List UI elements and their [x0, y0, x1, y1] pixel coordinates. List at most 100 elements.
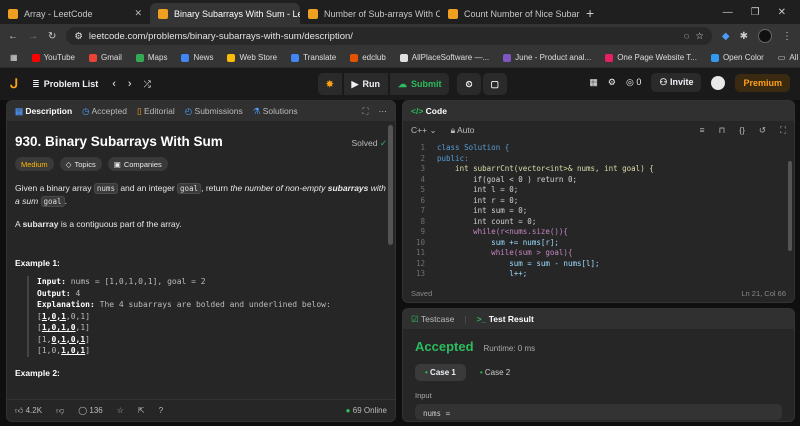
favorite-star-icon[interactable]: ☆	[117, 406, 124, 415]
settings-gear-icon[interactable]: ⚙	[608, 77, 616, 88]
more-icon[interactable]: ⋯	[379, 106, 388, 117]
fire-icon: ◎	[625, 77, 634, 87]
case-2-tab[interactable]: • Case 2	[474, 364, 516, 381]
window-controls: — ❐ ✕	[723, 0, 800, 24]
bookmark-youtube[interactable]: YouTube	[31, 53, 75, 62]
submit-button[interactable]: ☁ Submit	[389, 73, 450, 95]
reset-icon[interactable]: ↺	[759, 125, 766, 136]
bookmark-icon[interactable]: ⊓	[719, 125, 726, 136]
topics-button[interactable]: ◇ Topics	[59, 157, 102, 171]
debug-icon[interactable]: ✸	[318, 73, 342, 95]
clock-icon: ◷	[82, 105, 90, 116]
browser-toolbar: ← → ↻ ⚙ leetcode.com/problems/binary-sub…	[0, 24, 800, 48]
leetcode-logo-icon[interactable]: ᒍ	[10, 76, 18, 92]
book-icon: ▯	[136, 105, 142, 116]
bookmark-edclub[interactable]: edclub	[350, 53, 386, 62]
bookmark-translate[interactable]: Translate	[291, 53, 336, 62]
layout-icon[interactable]: ▦	[589, 77, 598, 88]
site-info-icon[interactable]: ⚙	[74, 31, 83, 42]
history-icon: ◴	[184, 105, 193, 116]
tab-accepted[interactable]: ◷ Accepted	[82, 106, 127, 117]
reload-icon[interactable]: ↻	[48, 31, 56, 42]
bookmark-news[interactable]: News	[181, 53, 213, 62]
bookmarks-bar: ▦ YouTube Gmail Maps News Web Store Tran…	[0, 48, 800, 68]
code-line: 5 int l = 0;	[420, 185, 519, 194]
help-icon[interactable]: ?	[159, 406, 163, 415]
bookmark-open-color[interactable]: Open Color	[710, 53, 764, 62]
timer-icon[interactable]: ⏲	[457, 73, 481, 95]
prev-problem-icon[interactable]: ‹	[112, 78, 116, 90]
companies-button[interactable]: ▣ Companies	[107, 157, 168, 171]
notes-icon[interactable]: ▢	[482, 73, 508, 95]
browser-tab-number-subarrays[interactable]: Number of Sub-arrays With Od ✕	[300, 3, 440, 24]
tab-description[interactable]: ▤ Description	[15, 106, 72, 117]
scrollbar-thumb[interactable]	[388, 125, 393, 245]
tab-test-result[interactable]: >_ Test Result	[477, 314, 534, 324]
window-close-icon[interactable]: ✕	[778, 7, 786, 18]
invite-button[interactable]: ⚇ Invite	[651, 73, 702, 92]
youtube-icon	[31, 53, 40, 62]
bookmark-star-icon[interactable]: ☆	[695, 31, 704, 42]
tab-code[interactable]: </> Code	[411, 106, 447, 116]
language-select[interactable]: C++ ⌄	[411, 125, 437, 136]
browser-tab-binary-subarrays[interactable]: Binary Subarrays With Sum - Le ✕	[150, 3, 300, 24]
extensions-puzzle-icon[interactable]: ✱	[740, 31, 748, 42]
tab-testcase[interactable]: ☑ Testcase	[411, 314, 454, 325]
restore-icon[interactable]: ❐	[751, 7, 760, 18]
editor-status: Saved Ln 21, Col 66	[411, 288, 786, 298]
editor-scrollbar[interactable]	[788, 161, 792, 251]
bookmark-june[interactable]: June - Product anal...	[503, 53, 591, 62]
play-icon: ▶	[351, 78, 359, 89]
problem-list-button[interactable]: ≣ Problem List	[32, 79, 98, 90]
maximize-icon[interactable]: ⛶	[363, 106, 369, 117]
extension-icon[interactable]: ◆	[722, 31, 730, 42]
tab-editorial[interactable]: ▯ Editorial	[137, 106, 175, 117]
new-tab-icon[interactable]: +	[580, 3, 600, 24]
leetcode-favicon-icon	[308, 8, 318, 19]
next-problem-icon[interactable]: ›	[128, 78, 132, 90]
comments-button[interactable]: ◯ 136	[78, 406, 103, 415]
user-avatar[interactable]	[711, 75, 726, 90]
run-button[interactable]: ▶ Run	[343, 73, 388, 95]
tab-label: Array - LeetCode	[24, 8, 93, 19]
expand-icon[interactable]: ⛶	[780, 125, 786, 136]
june-icon	[503, 53, 512, 62]
example-1-block: Input: nums = [1,0,1,0,1], goal = 2 Outp…	[27, 276, 387, 357]
close-icon[interactable]: ✕	[134, 8, 142, 19]
upload-icon: ☁	[397, 78, 407, 89]
case-1-tab[interactable]: • Case 1	[415, 364, 466, 381]
input-value: nums =	[415, 404, 782, 420]
dislike-icon[interactable]: 👎︎	[56, 406, 64, 416]
code-editor[interactable]: 1 class Solution { 2 public: 3 int subarrC…	[403, 139, 794, 280]
address-bar[interactable]: ⚙ leetcode.com/problems/binary-subarrays…	[66, 27, 712, 45]
browser-tab-strip: Array - LeetCode ✕ Binary Subarrays With…	[0, 0, 800, 24]
braces-icon[interactable]: {}	[739, 125, 745, 135]
browser-tab-count-nice[interactable]: Count Number of Nice Subarra ✕	[440, 3, 580, 24]
all-bookmarks[interactable]: ▭All Bookmarks	[778, 53, 800, 62]
difficulty-badge: Medium	[15, 157, 54, 171]
like-button[interactable]: 👍︎ 4.2K	[15, 406, 42, 416]
shuffle-icon[interactable]: ⤮	[144, 79, 151, 90]
bookmark-one-page[interactable]: One Page Website T...	[605, 53, 697, 62]
tab-solutions[interactable]: ⚗ Solutions	[253, 106, 298, 117]
bookmark-allplacesoftware[interactable]: AllPlaceSoftware —...	[399, 53, 489, 62]
add-user-icon: ⚇	[659, 77, 668, 87]
eye-off-icon[interactable]: ◌	[684, 31, 690, 42]
minimize-icon[interactable]: —	[723, 7, 733, 18]
menu-icon[interactable]: ⋮	[782, 31, 792, 42]
forward-icon[interactable]: →	[28, 31, 38, 42]
share-icon[interactable]: ⇱	[138, 406, 145, 415]
tab-submissions[interactable]: ◴ Submissions	[185, 106, 243, 117]
bookmark-web-store[interactable]: Web Store	[227, 53, 277, 62]
tab-label: Number of Sub-arrays With Od	[324, 8, 440, 19]
streak-counter[interactable]: ◎ 0	[626, 77, 641, 88]
bookmark-gmail[interactable]: Gmail	[89, 53, 122, 62]
premium-button[interactable]: Premium	[735, 73, 790, 92]
auto-mode[interactable]: 🔒︎ Auto	[451, 125, 475, 136]
back-icon[interactable]: ←	[8, 31, 18, 42]
format-icon[interactable]: ≡	[700, 125, 705, 135]
browser-tab-array[interactable]: Array - LeetCode ✕	[0, 3, 150, 24]
bookmark-maps[interactable]: Maps	[135, 53, 167, 62]
profile-avatar[interactable]	[758, 29, 772, 43]
apps-icon[interactable]: ▦	[10, 53, 18, 62]
